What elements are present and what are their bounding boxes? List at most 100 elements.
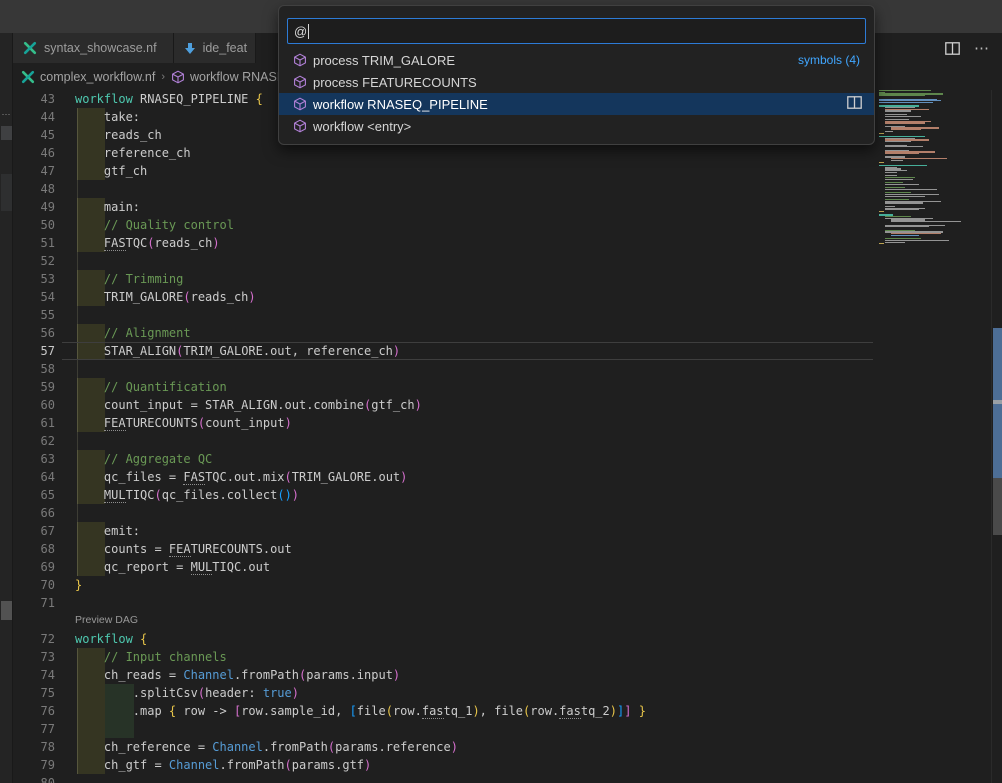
quick-open-input[interactable]: @ bbox=[287, 18, 866, 44]
line-number[interactable]: 79 bbox=[13, 756, 55, 774]
code-text[interactable]: workflow { bbox=[75, 630, 147, 648]
code-text[interactable]: // Input channels bbox=[75, 648, 227, 666]
line-number[interactable]: 68 bbox=[13, 540, 55, 558]
line-number[interactable]: 46 bbox=[13, 144, 55, 162]
line-number[interactable]: 54 bbox=[13, 288, 55, 306]
line-number[interactable]: 45 bbox=[13, 126, 55, 144]
line-number[interactable]: 64 bbox=[13, 468, 55, 486]
quick-open-item[interactable]: workflow <entry> bbox=[279, 115, 874, 137]
code-text[interactable]: take: bbox=[75, 108, 140, 126]
tab-ide-features[interactable]: ide_feat bbox=[174, 33, 256, 63]
code-text[interactable]: FEATURECOUNTS(count_input) bbox=[75, 414, 292, 432]
code-text[interactable]: qc_report = MULTIQC.out bbox=[75, 558, 270, 576]
quick-open-item[interactable]: workflow RNASEQ_PIPELINE bbox=[279, 93, 874, 115]
code-text[interactable]: reference_ch bbox=[75, 144, 191, 162]
code-line: 68 counts = FEATURECOUNTS.out bbox=[13, 540, 873, 558]
minimap-line bbox=[885, 131, 893, 132]
code-text[interactable]: } bbox=[75, 576, 82, 594]
line-number[interactable]: 66 bbox=[13, 504, 55, 522]
scrollbar-slider-segment[interactable] bbox=[993, 400, 1002, 404]
line-number[interactable]: 65 bbox=[13, 486, 55, 504]
line-number[interactable]: 71 bbox=[13, 594, 55, 612]
line-number[interactable]: 58 bbox=[13, 360, 55, 378]
code-text[interactable]: STAR_ALIGN(TRIM_GALORE.out, reference_ch… bbox=[75, 342, 400, 360]
line-number[interactable]: 69 bbox=[13, 558, 55, 576]
code-text[interactable]: TRIM_GALORE(reads_ch) bbox=[75, 288, 256, 306]
quick-open-item-label: process FEATURECOUNTS bbox=[313, 75, 477, 90]
breadcrumb-file[interactable]: complex_workflow.nf bbox=[40, 70, 155, 84]
line-number[interactable]: 57 bbox=[13, 342, 55, 360]
minimap-line bbox=[885, 242, 905, 243]
code-text[interactable]: ch_reads = Channel.fromPath(params.input… bbox=[75, 666, 400, 684]
line-number[interactable]: 47 bbox=[13, 162, 55, 180]
minimap-line bbox=[885, 189, 937, 190]
line-number[interactable]: 59 bbox=[13, 378, 55, 396]
code-text[interactable]: MULTIQC(qc_files.collect()) bbox=[75, 486, 299, 504]
line-number[interactable]: 76 bbox=[13, 702, 55, 720]
line-number[interactable]: 77 bbox=[13, 720, 55, 738]
minimap[interactable] bbox=[873, 90, 991, 783]
code-line: 74 ch_reads = Channel.fromPath(params.in… bbox=[13, 666, 873, 684]
code-text[interactable]: .splitCsv(header: true) bbox=[75, 684, 299, 702]
code-text[interactable]: qc_files = FASTQC.out.mix(TRIM_GALORE.ou… bbox=[75, 468, 407, 486]
code-text[interactable]: count_input = STAR_ALIGN.out.combine(gtf… bbox=[75, 396, 422, 414]
quick-open-list: process TRIM_GALOREsymbols (4) process FE… bbox=[279, 49, 874, 137]
code-text[interactable]: // Trimming bbox=[75, 270, 183, 288]
minimap-line bbox=[885, 141, 911, 142]
code-text[interactable]: ch_gtf = Channel.fromPath(params.gtf) bbox=[75, 756, 371, 774]
codelens-preview-dag[interactable]: Preview DAG bbox=[13, 612, 873, 630]
left-strip-marker[interactable] bbox=[1, 601, 12, 620]
split-editor-icon[interactable] bbox=[847, 96, 862, 109]
left-strip-marker[interactable] bbox=[1, 126, 12, 140]
line-number[interactable]: 56 bbox=[13, 324, 55, 342]
code-editor[interactable]: 43 workflow RNASEQ_PIPELINE { 44 take: 45 r… bbox=[13, 90, 873, 783]
left-strip-marker[interactable] bbox=[1, 174, 12, 211]
code-text[interactable]: emit: bbox=[75, 522, 140, 540]
line-number[interactable]: 53 bbox=[13, 270, 55, 288]
more-actions-icon[interactable]: ⋯ bbox=[974, 39, 990, 57]
code-text[interactable]: // Aggregate QC bbox=[75, 450, 212, 468]
tab-label: ide_feat bbox=[203, 41, 247, 55]
line-number[interactable]: 70 bbox=[13, 576, 55, 594]
line-number[interactable]: 75 bbox=[13, 684, 55, 702]
line-number[interactable]: 78 bbox=[13, 738, 55, 756]
code-line: 51 FASTQC(reads_ch) bbox=[13, 234, 873, 252]
code-text[interactable]: .map { row -> [row.sample_id, [file(row.… bbox=[75, 702, 646, 720]
code-text[interactable]: ch_reference = Channel.fromPath(params.r… bbox=[75, 738, 458, 756]
split-editor-icon[interactable] bbox=[945, 42, 960, 55]
code-text[interactable]: reads_ch bbox=[75, 126, 162, 144]
line-number[interactable]: 67 bbox=[13, 522, 55, 540]
vertical-scrollbar[interactable] bbox=[991, 90, 1002, 783]
line-number[interactable]: 43 bbox=[13, 90, 55, 108]
line-number[interactable]: 72 bbox=[13, 630, 55, 648]
code-text[interactable]: // Quantification bbox=[75, 378, 227, 396]
scrollbar-slider-segment[interactable] bbox=[993, 478, 1002, 535]
line-number[interactable]: 52 bbox=[13, 252, 55, 270]
overflow-dots[interactable]: ⋯ bbox=[0, 109, 13, 120]
line-number[interactable]: 80 bbox=[13, 774, 55, 783]
line-number[interactable]: 74 bbox=[13, 666, 55, 684]
tab-syntax-showcase[interactable]: syntax_showcase.nf bbox=[13, 33, 174, 63]
line-number[interactable]: 73 bbox=[13, 648, 55, 666]
code-line: 62 bbox=[13, 432, 873, 450]
code-text[interactable]: workflow RNASEQ_PIPELINE { bbox=[75, 90, 263, 108]
line-number[interactable]: 50 bbox=[13, 216, 55, 234]
line-number[interactable]: 49 bbox=[13, 198, 55, 216]
line-number[interactable]: 61 bbox=[13, 414, 55, 432]
line-number[interactable]: 60 bbox=[13, 396, 55, 414]
line-number[interactable]: 48 bbox=[13, 180, 55, 198]
symbols-count-link[interactable]: symbols (4) bbox=[798, 49, 860, 71]
line-number[interactable]: 51 bbox=[13, 234, 55, 252]
quick-open-item[interactable]: process TRIM_GALOREsymbols (4) bbox=[279, 49, 874, 71]
line-number[interactable]: 62 bbox=[13, 432, 55, 450]
code-text[interactable]: main: bbox=[75, 198, 140, 216]
code-text[interactable]: // Alignment bbox=[75, 324, 191, 342]
code-text[interactable]: // Quality control bbox=[75, 216, 234, 234]
line-number[interactable]: 55 bbox=[13, 306, 55, 324]
code-text[interactable]: counts = FEATURECOUNTS.out bbox=[75, 540, 292, 558]
line-number[interactable]: 63 bbox=[13, 450, 55, 468]
line-number[interactable]: 44 bbox=[13, 108, 55, 126]
code-text[interactable]: gtf_ch bbox=[75, 162, 147, 180]
code-text[interactable]: FASTQC(reads_ch) bbox=[75, 234, 220, 252]
quick-open-item[interactable]: process FEATURECOUNTS bbox=[279, 71, 874, 93]
